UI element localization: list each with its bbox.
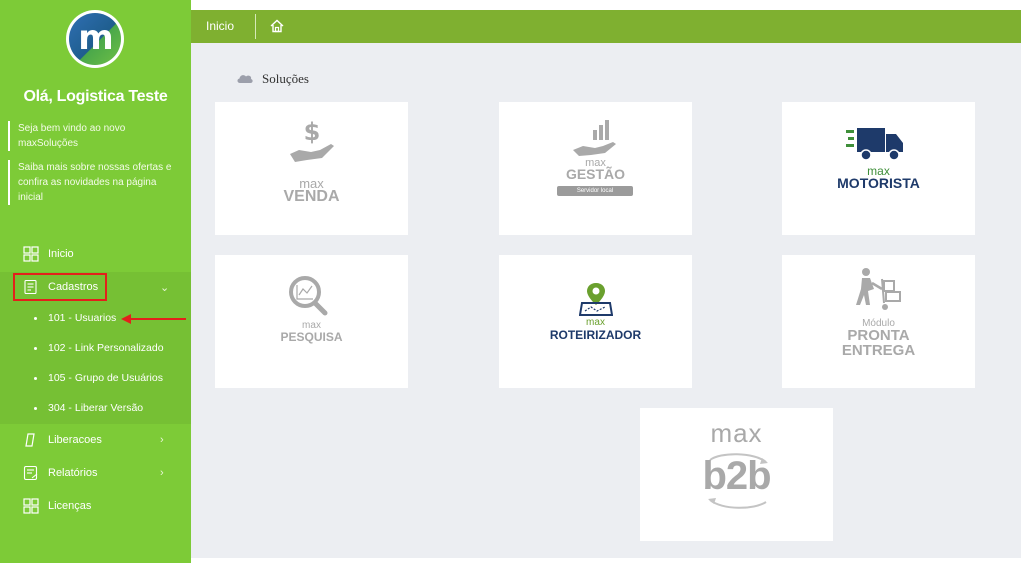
card-big-text: GESTÃO (565, 166, 626, 182)
submenu-item-102[interactable]: 102 - Link Personalizado (0, 336, 191, 362)
sidebar-item-label: Licenças (48, 500, 92, 512)
submenu-item-label: 101 - Usuarios (48, 312, 117, 324)
card-big-text: PESQUISA (280, 330, 343, 344)
magnifier-chart-icon (289, 276, 328, 316)
sidebar-item-licencas[interactable]: Licenças (0, 491, 191, 521)
truck-icon (846, 128, 903, 161)
divider (255, 14, 256, 39)
card-big-text: VENDA (283, 188, 340, 205)
card-small-text: max (586, 317, 605, 328)
money-hand-icon: $ (290, 118, 334, 162)
card-big-text: b2b (702, 454, 771, 498)
sidebar-item-label: Liberacoes (48, 434, 102, 446)
greeting: Olá, Logistica Teste (23, 88, 168, 105)
offers-note: Saiba mais sobre nossas ofertas e confir… (8, 160, 183, 205)
welcome-note: Seja bem vindo ao novo maxSoluções (8, 121, 183, 151)
server-badge: Servidor local (557, 186, 633, 196)
card-max-motorista[interactable]: max MOTORISTA (782, 102, 975, 235)
card-big-text: MOTORISTA (837, 175, 920, 191)
annotation-arrow-icon (121, 314, 186, 324)
submenu-item-label: 105 - Grupo de Usuários (48, 372, 163, 384)
sidebar: m Olá, Logistica Teste Seja bem vindo ao… (0, 0, 191, 563)
card-max-gestao[interactable]: max GESTÃO Servidor local (499, 102, 692, 235)
card-big-text-line1: PRONTA (847, 327, 910, 344)
chevron-down-icon: ⌄ (160, 281, 170, 294)
sidebar-item-inicio[interactable]: Inicio (0, 239, 191, 269)
chart-hand-icon (573, 120, 616, 156)
card-small-text: max (710, 418, 763, 448)
section-title: Soluções (262, 71, 309, 86)
sidebar-item-relatorios[interactable]: Relatórios › (0, 458, 191, 488)
breadcrumb-title[interactable]: Inicio (206, 19, 234, 33)
map-pin-icon (579, 283, 613, 316)
submenu-item-label: 102 - Link Personalizado (48, 342, 164, 354)
cloud-icon (237, 75, 253, 83)
top-bar: Inicio (191, 10, 1021, 43)
chevron-right-icon: › (160, 467, 164, 479)
bullet-icon (34, 347, 37, 350)
bullet-icon (34, 377, 37, 380)
submenu-item-304[interactable]: 304 - Liberar Versão (0, 396, 191, 422)
card-modulo-pronta-entrega[interactable]: Módulo PRONTA ENTREGA (782, 255, 975, 388)
logo-letter: m (78, 18, 113, 58)
sidebar-item-liberacoes[interactable]: Liberacoes › (0, 425, 191, 455)
delivery-person-icon (856, 268, 901, 310)
card-max-b2b[interactable]: max b2b (640, 408, 833, 541)
card-max-pesquisa[interactable]: max PESQUISA (215, 255, 408, 388)
card-max-roteirizador[interactable]: max ROTEIRIZADOR (499, 255, 692, 388)
report-icon (23, 465, 38, 481)
grid-icon (23, 498, 39, 514)
document-icon (25, 433, 35, 447)
sidebar-item-label: Inicio (48, 248, 74, 260)
highlight-annotation (13, 273, 107, 301)
bullet-icon (34, 317, 37, 320)
maxsolucoes-logo[interactable]: m (66, 10, 124, 68)
card-big-text-line2: ENTREGA (841, 342, 916, 359)
bullet-icon (34, 407, 37, 410)
grid-icon (23, 246, 39, 262)
sidebar-item-label: Relatórios (48, 467, 98, 479)
card-big-text: ROTEIRIZADOR (549, 328, 642, 342)
submenu-item-label: 304 - Liberar Versão (48, 402, 144, 414)
card-max-venda[interactable]: $ max VENDA (215, 102, 408, 235)
submenu-item-105[interactable]: 105 - Grupo de Usuários (0, 366, 191, 392)
home-icon[interactable] (269, 18, 285, 34)
svg-text:$: $ (304, 118, 321, 146)
chevron-right-icon: › (160, 434, 164, 446)
